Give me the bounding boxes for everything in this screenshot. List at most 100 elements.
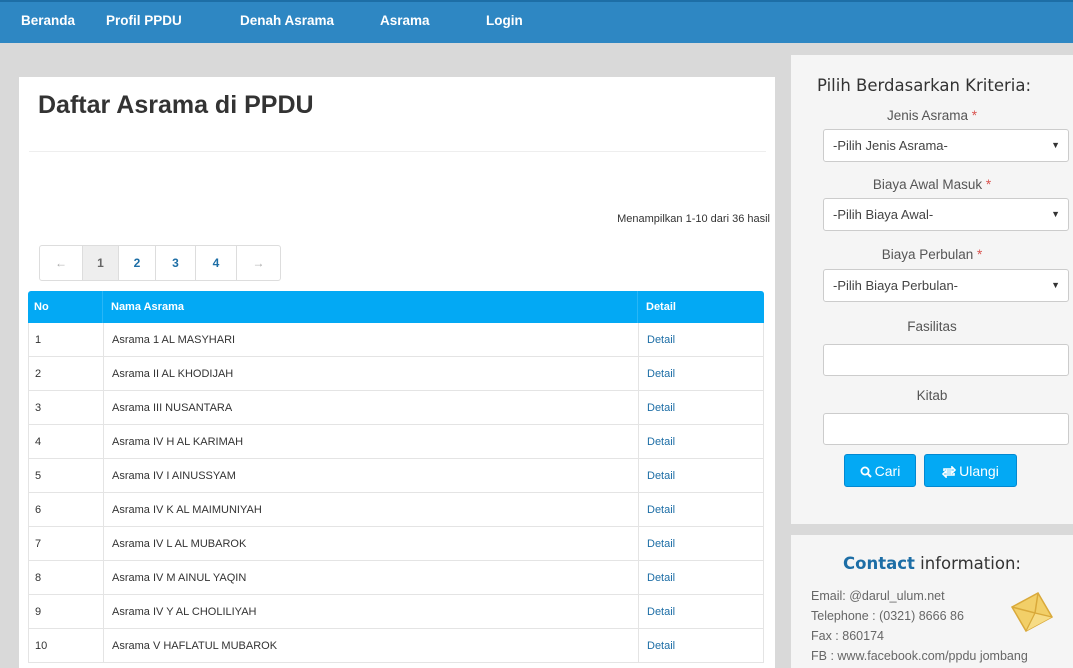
caret-down-icon: ▼ (1051, 140, 1060, 150)
detail-link[interactable]: Detail (639, 357, 763, 390)
row-name: Asrama IV M AINUL YAQIN (104, 561, 639, 594)
table-row: 6 Asrama IV K AL MAIMUNIYAH Detail (28, 493, 764, 527)
row-name: Asrama II AL KHODIJAH (104, 357, 639, 390)
search-button[interactable]: Cari (844, 454, 916, 487)
filter-title: Pilih Berdasarkan Kriteria: (817, 76, 1032, 95)
jenis-asrama-select[interactable]: -Pilih Jenis Asrama- ▼ (823, 129, 1069, 162)
table-row: 3 Asrama III NUSANTARA Detail (28, 391, 764, 425)
row-no: 6 (29, 493, 104, 526)
jenis-asrama-label-text: Jenis Asrama (886, 108, 968, 123)
kitab-input[interactable] (823, 413, 1069, 445)
pagination: ← 1 2 3 4 → (39, 245, 281, 281)
row-name: Asrama IV K AL MAIMUNIYAH (104, 493, 639, 526)
nav-asrama[interactable]: Asrama (380, 2, 430, 43)
search-icon (860, 466, 872, 478)
nav-beranda[interactable]: Beranda (21, 2, 75, 43)
table-row: 4 Asrama IV H AL KARIMAH Detail (28, 425, 764, 459)
row-name: Asrama IV L AL MUBAROK (104, 527, 639, 560)
row-no: 5 (29, 459, 104, 492)
detail-link[interactable]: Detail (639, 425, 763, 458)
row-no: 2 (29, 357, 104, 390)
row-no: 10 (29, 629, 104, 662)
contact-facebook: FB : www.facebook.com/ppdu jombang (811, 649, 1028, 663)
biaya-perbulan-select[interactable]: -Pilih Biaya Perbulan- ▼ (823, 269, 1069, 302)
row-name: Asrama V HAFLATUL MUBAROK (104, 629, 639, 662)
row-no: 1 (29, 323, 104, 356)
detail-link[interactable]: Detail (639, 459, 763, 492)
jenis-asrama-value: -Pilih Jenis Asrama- (833, 138, 948, 153)
detail-link[interactable]: Detail (639, 323, 763, 356)
contact-title-highlight: Contact (843, 554, 915, 573)
row-no: 3 (29, 391, 104, 424)
reset-button-label: Ulangi (959, 463, 999, 479)
fasilitas-input[interactable] (823, 344, 1069, 376)
caret-down-icon: ▼ (1051, 209, 1060, 219)
pagination-next[interactable]: → (237, 246, 280, 280)
retweet-icon (942, 465, 957, 479)
row-no: 9 (29, 595, 104, 628)
biaya-awal-select[interactable]: -Pilih Biaya Awal- ▼ (823, 198, 1069, 231)
row-name: Asrama IV H AL KARIMAH (104, 425, 639, 458)
table-row: 10 Asrama V HAFLATUL MUBAROK Detail (28, 629, 764, 663)
asrama-table: No Nama Asrama Detail 1 Asrama 1 AL MASY… (28, 291, 764, 663)
row-no: 8 (29, 561, 104, 594)
pagination-prev[interactable]: ← (40, 246, 83, 280)
table-row: 9 Asrama IV Y AL CHOLILIYAH Detail (28, 595, 764, 629)
detail-link[interactable]: Detail (639, 595, 763, 628)
detail-link[interactable]: Detail (639, 527, 763, 560)
row-name: Asrama IV I AINUSSYAM (104, 459, 639, 492)
row-name: Asrama 1 AL MASYHARI (104, 323, 639, 356)
fasilitas-label: Fasilitas (907, 319, 957, 334)
pagination-page-2[interactable]: 2 (119, 246, 156, 280)
reset-button[interactable]: Ulangi (924, 454, 1017, 487)
biaya-awal-label: Biaya Awal Masuk * (791, 177, 1073, 192)
required-mark: * (971, 108, 978, 123)
search-button-label: Cari (874, 463, 901, 479)
top-navbar: Beranda Profil PPDU Denah Asrama Asrama … (0, 0, 1073, 43)
row-no: 7 (29, 527, 104, 560)
table-row: 8 Asrama IV M AINUL YAQIN Detail (28, 561, 764, 595)
title-divider (29, 151, 766, 152)
detail-link[interactable]: Detail (639, 561, 763, 594)
required-mark: * (985, 177, 992, 192)
biaya-perbulan-value: -Pilih Biaya Perbulan- (833, 278, 959, 293)
biaya-perbulan-label-text: Biaya Perbulan (881, 247, 974, 262)
biaya-perbulan-label: Biaya Perbulan * (791, 247, 1073, 262)
pagination-page-1[interactable]: 1 (83, 246, 119, 280)
page-title: Daftar Asrama di PPDU (38, 91, 314, 119)
pagination-page-3[interactable]: 3 (156, 246, 196, 280)
nav-profil-ppdu[interactable]: Profil PPDU (106, 2, 182, 43)
table-row: 2 Asrama II AL KHODIJAH Detail (28, 357, 764, 391)
jenis-asrama-label: Jenis Asrama * (791, 108, 1073, 123)
nav-login[interactable]: Login (486, 2, 523, 43)
results-summary: Menampilkan 1-10 dari 36 hasil (617, 213, 770, 225)
table-row: 1 Asrama 1 AL MASYHARI Detail (28, 323, 764, 357)
required-mark: * (977, 247, 983, 262)
contact-title-rest: information: (914, 554, 1021, 573)
biaya-awal-value: -Pilih Biaya Awal- (833, 207, 934, 222)
kitab-label: Kitab (916, 388, 948, 403)
nav-denah-asrama[interactable]: Denah Asrama (240, 2, 334, 43)
biaya-awal-label-text: Biaya Awal Masuk (872, 177, 983, 192)
detail-link[interactable]: Detail (639, 391, 763, 424)
pagination-page-4[interactable]: 4 (196, 246, 237, 280)
header-detail: Detail (646, 301, 676, 313)
table-row: 7 Asrama IV L AL MUBAROK Detail (28, 527, 764, 561)
row-name: Asrama III NUSANTARA (104, 391, 639, 424)
contact-telephone: Telephone : (0321) 8666 86 (811, 609, 964, 623)
header-no: No (28, 291, 103, 323)
table-row: 5 Asrama IV I AINUSSYAM Detail (28, 459, 764, 493)
main-panel: Daftar Asrama di PPDU Menampilkan 1-10 d… (19, 77, 775, 668)
row-no: 4 (29, 425, 104, 458)
table-header: No Nama Asrama Detail (28, 291, 764, 323)
detail-link[interactable]: Detail (639, 629, 763, 662)
header-nama-asrama: Nama Asrama (103, 291, 638, 323)
contact-panel: Contact information: Email: @darul_ulum.… (791, 535, 1073, 668)
filter-panel: Pilih Berdasarkan Kriteria: Jenis Asrama… (791, 55, 1073, 524)
contact-fax: Fax : 860174 (811, 629, 884, 643)
contact-title: Contact information: (791, 554, 1073, 573)
contact-email: Email: @darul_ulum.net (811, 589, 945, 603)
row-name: Asrama IV Y AL CHOLILIYAH (104, 595, 639, 628)
detail-link[interactable]: Detail (639, 493, 763, 526)
caret-down-icon: ▼ (1051, 280, 1060, 290)
